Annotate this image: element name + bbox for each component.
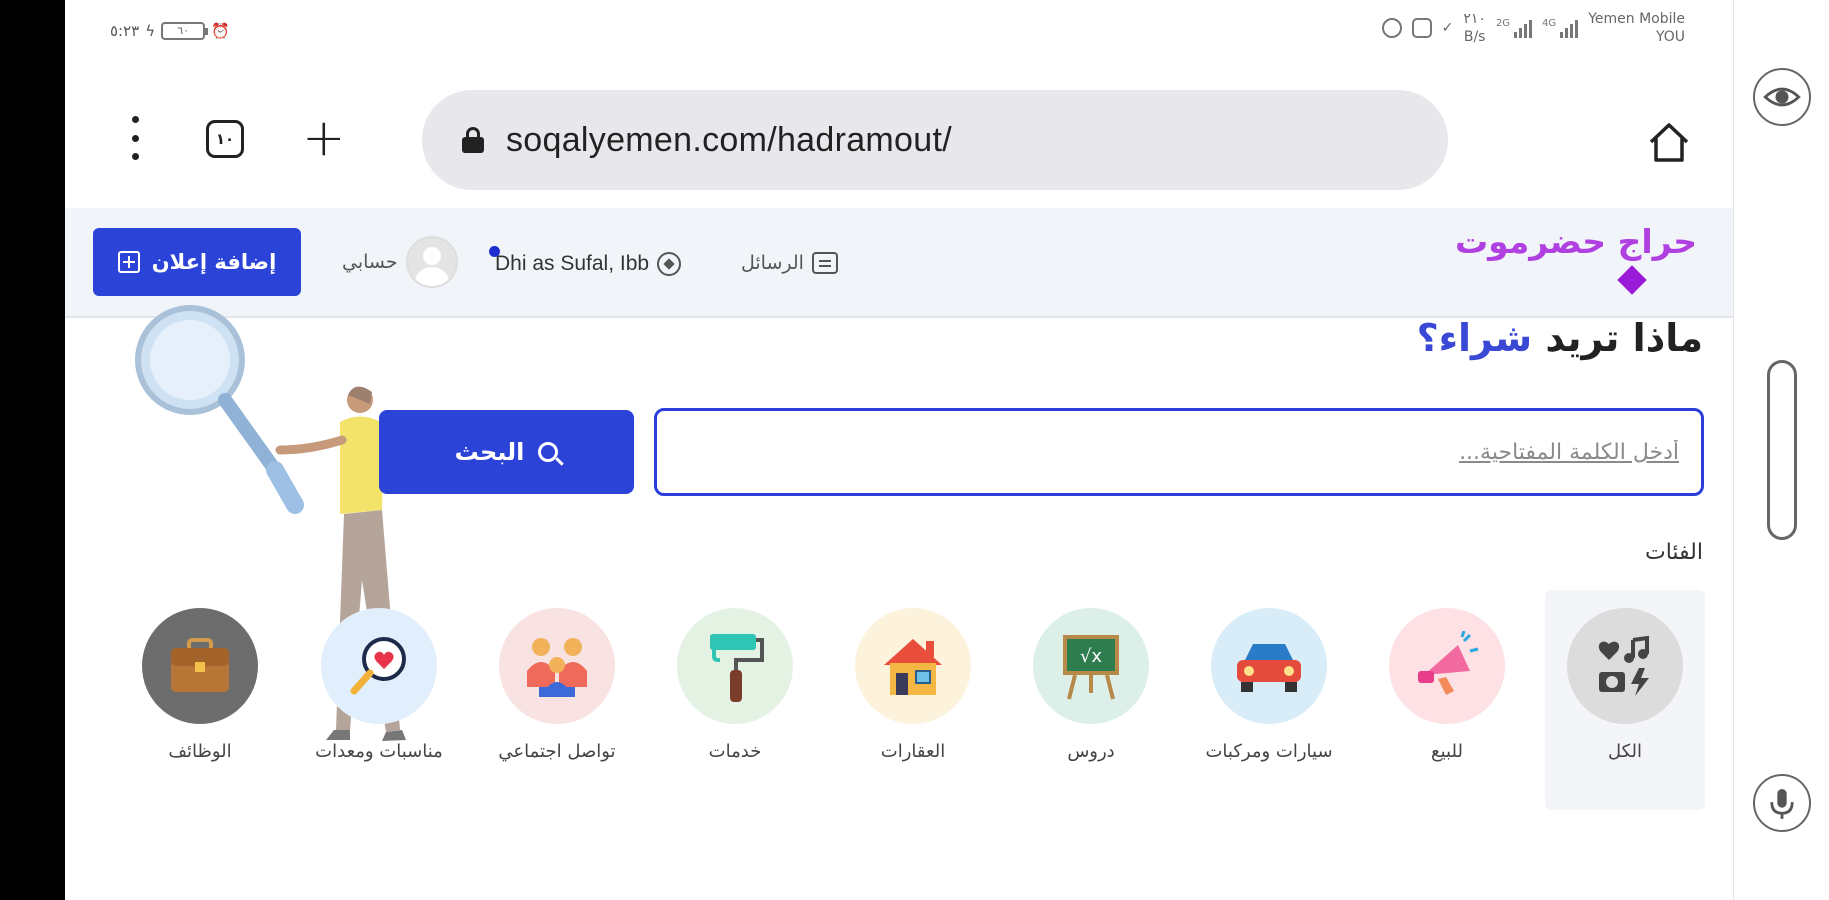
location-label: Dhi as Sufal, Ibb — [495, 252, 650, 275]
category-lessons[interactable]: √x دروس — [1011, 590, 1171, 810]
page-question: ماذا تريد شراء؟ — [1417, 316, 1703, 360]
category-label: خدمات — [708, 741, 762, 762]
signal-2-label: 4G — [1542, 18, 1557, 29]
alarm-icon: ⏰ — [211, 22, 230, 40]
search-button-label: البحث — [454, 438, 525, 466]
status-bar: ٥:٢٣ ϟ ٦٠ ⏰ ✓ ٢١٠ B/s 2G 4G Yemen Mobile — [65, 0, 1733, 70]
categories-heading: الفئات — [1645, 540, 1703, 565]
question-accent: شراء؟ — [1416, 316, 1533, 360]
speed-value: ٢١٠ — [1463, 11, 1486, 27]
download-done-icon: ✓ — [1441, 20, 1454, 36]
category-events[interactable]: مناسبات ومعدات — [299, 590, 459, 810]
battery-icon: ٦٠ — [161, 22, 209, 40]
eye-icon[interactable] — [1753, 68, 1811, 126]
carrier-sub: YOU — [1655, 29, 1685, 45]
category-label: الكل — [1607, 741, 1643, 762]
briefcase-icon — [142, 608, 258, 724]
signal-icon: 4G — [1542, 18, 1579, 38]
category-label: تواصل اجتماعي — [498, 741, 616, 762]
svg-text:√x: √x — [1080, 646, 1102, 667]
category-social[interactable]: تواصل اجتماعي — [477, 590, 637, 810]
category-real-estate[interactable]: العقارات — [833, 590, 993, 810]
location-dot-icon — [489, 246, 500, 257]
search-input[interactable] — [654, 408, 1704, 496]
search-button[interactable]: البحث — [379, 410, 634, 494]
carrier: Yemen Mobile YOU — [1588, 10, 1685, 46]
microphone-icon[interactable] — [1753, 774, 1811, 832]
category-label: مناسبات ومعدات — [315, 741, 443, 762]
phone-screen: ٥:٢٣ ϟ ٦٠ ⏰ ✓ ٢١٠ B/s 2G 4G Yemen Mobile — [65, 0, 1733, 900]
messages-label: الرسائل — [741, 252, 804, 274]
signal-icon: 2G — [1495, 18, 1533, 38]
signal-1-label: 2G — [1495, 18, 1511, 29]
logo-diamond-icon — [1617, 265, 1647, 295]
heart-magnifier-icon — [321, 608, 437, 724]
lock-icon — [462, 127, 484, 153]
url-text: soqalyemen.com/hadramout/ — [506, 120, 952, 159]
car-icon — [1211, 608, 1327, 724]
add-square-icon — [117, 251, 140, 273]
address-bar[interactable]: soqalyemen.com/hadramout/ — [422, 90, 1448, 190]
categories-row: الكل للبيع سيارات ومركبات √x دروس العقار… — [120, 590, 1715, 810]
house-icon — [855, 608, 971, 724]
carrier-name: Yemen Mobile — [1588, 11, 1685, 27]
category-all[interactable]: الكل — [1545, 590, 1705, 810]
scrollbar[interactable] — [1767, 360, 1797, 540]
status-left: ٥:٢٣ ϟ ٦٠ ⏰ — [110, 22, 230, 40]
side-panel — [1733, 0, 1829, 900]
category-cars[interactable]: سيارات ومركبات — [1189, 590, 1349, 810]
add-ad-label: إضافة إعلان — [151, 250, 277, 274]
category-label: سيارات ومركبات — [1205, 741, 1333, 762]
category-label: الوظائف — [168, 741, 232, 762]
add-ad-button[interactable]: إضافة إعلان — [93, 228, 301, 296]
category-label: العقارات — [880, 741, 946, 762]
whatsapp-icon — [1381, 18, 1402, 38]
search-icon — [538, 442, 559, 462]
people-icon — [499, 608, 615, 724]
network-speed: ٢١٠ B/s — [1463, 10, 1486, 46]
more-menu-icon[interactable] — [125, 116, 145, 160]
tab-switcher-button[interactable]: ١٠ — [206, 120, 244, 158]
question-prefix: ماذا تريد — [1545, 316, 1703, 360]
category-services[interactable]: خدمات — [655, 590, 815, 810]
screen-left-edge — [0, 0, 65, 900]
avatar — [405, 236, 458, 288]
compass-icon — [657, 252, 682, 276]
site-header: حراج حضرموت الرسائل Dhi as Sufal, Ibb حس… — [65, 208, 1733, 318]
account-label: حسابي — [342, 251, 398, 273]
new-tab-icon[interactable]: + — [302, 108, 346, 168]
category-jobs[interactable]: الوظائف — [120, 590, 280, 810]
status-time: ٥:٢٣ — [110, 22, 140, 40]
category-label: للبيع — [1431, 741, 1463, 762]
account-link[interactable]: حسابي — [342, 236, 458, 288]
messages-link[interactable]: الرسائل — [741, 252, 838, 274]
charging-icon: ϟ — [145, 22, 156, 40]
paint-roller-icon — [677, 608, 793, 724]
category-label: دروس — [1067, 741, 1115, 762]
status-right: ✓ ٢١٠ B/s 2G 4G Yemen Mobile YOU — [1381, 10, 1685, 46]
home-icon[interactable] — [1647, 120, 1691, 164]
site-logo[interactable]: حراج حضرموت — [1455, 222, 1697, 261]
chalkboard-icon: √x — [1033, 608, 1149, 724]
message-icon — [811, 252, 838, 274]
media-all-icon — [1567, 608, 1683, 724]
category-for-sale[interactable]: للبيع — [1367, 590, 1527, 810]
location-selector[interactable]: Dhi as Sufal, Ibb — [489, 246, 682, 276]
browser-toolbar: ١٠ + soqalyemen.com/hadramout/ — [65, 78, 1733, 190]
speed-unit: B/s — [1463, 29, 1486, 45]
megaphone-icon — [1389, 608, 1505, 724]
location-wrap: Dhi as Sufal, Ibb — [489, 246, 650, 276]
instagram-icon — [1411, 18, 1432, 38]
